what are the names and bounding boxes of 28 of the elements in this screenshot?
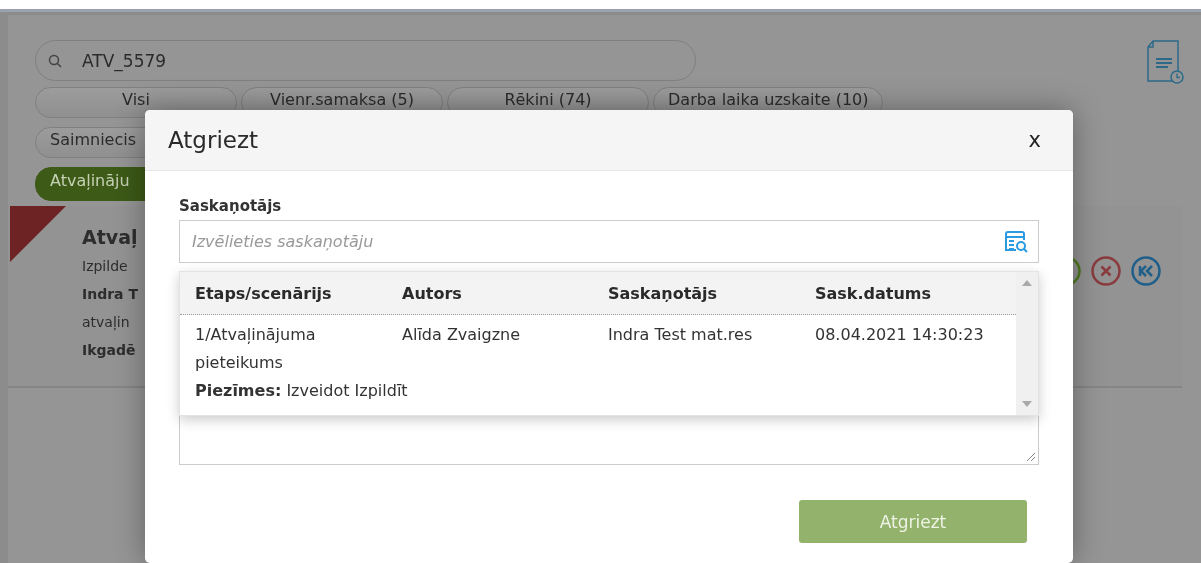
- resize-handle-icon[interactable]: [1026, 452, 1036, 462]
- list-search-icon[interactable]: [1005, 230, 1028, 253]
- scroll-down-icon[interactable]: [1022, 401, 1032, 407]
- table-cell-text: Indra Test mat.res: [608, 324, 754, 346]
- table-cell-text: Alīda Zvaigzne: [402, 324, 522, 346]
- column-header: Saskaņotājs: [608, 283, 719, 303]
- table-cell-text: 08.04.2021 14:30:23: [815, 324, 985, 346]
- card-text: Izpilde: [82, 257, 129, 276]
- search-icon: [48, 53, 62, 68]
- column-header: Autors: [402, 283, 463, 303]
- document-clock-icon[interactable]: [1145, 39, 1185, 85]
- table-cell-text: 1/Atvaļinājuma pieteikums: [195, 324, 317, 374]
- scrollbar[interactable]: [1016, 272, 1038, 415]
- column-header: Etaps/scenārijs: [195, 283, 333, 303]
- column-header: Sask.datums: [815, 283, 933, 303]
- search-value: ATV_5579: [82, 50, 167, 71]
- row-note: Piezīmes: Izveidot Izpildīt: [194, 380, 409, 402]
- card-title: Atvaļ: [82, 226, 138, 248]
- rewind-circle-icon[interactable]: [1131, 256, 1161, 286]
- close-button[interactable]: x: [1024, 128, 1045, 152]
- close-circle-icon[interactable]: [1091, 256, 1121, 286]
- card-text: atvaļin: [82, 313, 131, 333]
- card-text: Ikgadē: [82, 341, 137, 360]
- field-placeholder: Izvēlieties saskaņotāju: [192, 232, 375, 251]
- scroll-up-icon[interactable]: [1022, 280, 1032, 286]
- card-text: Indra T: [82, 285, 138, 304]
- corner-triangle: [10, 206, 66, 262]
- approver-field[interactable]: Izvēlieties saskaņotāju: [179, 220, 1039, 263]
